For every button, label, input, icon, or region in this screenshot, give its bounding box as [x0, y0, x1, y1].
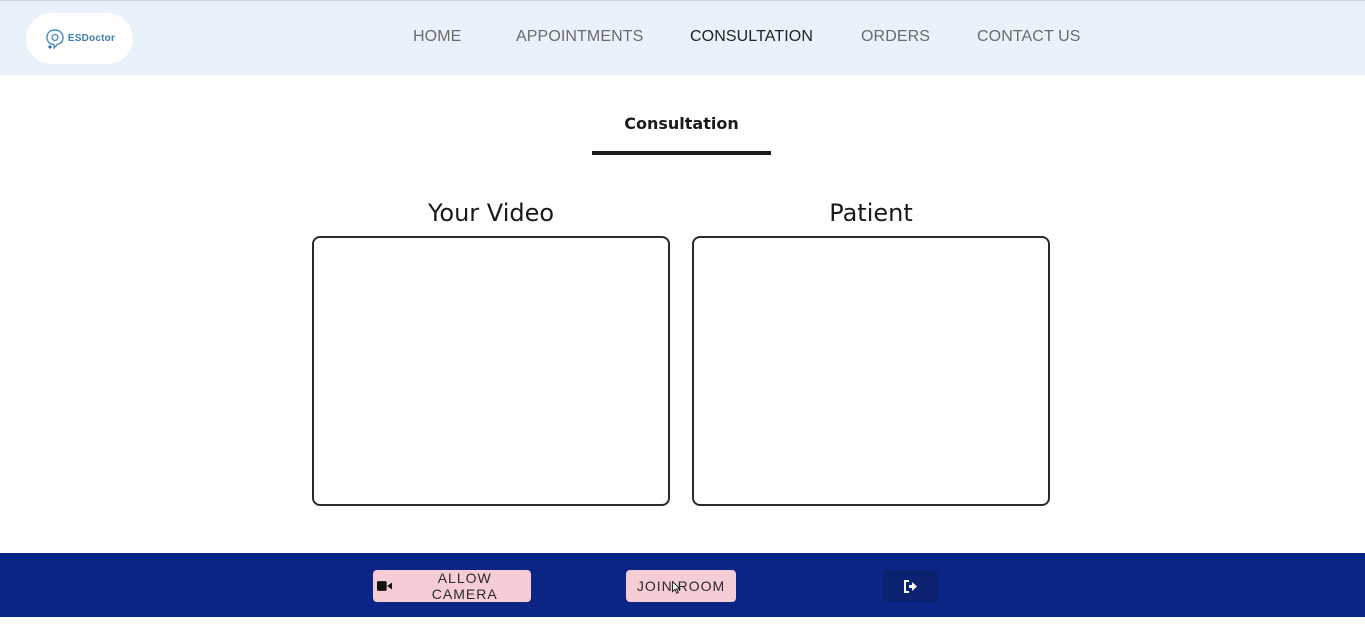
join-room-button[interactable]: JOIN ROOM: [626, 570, 736, 602]
your-video-label: Your Video: [427, 199, 555, 227]
local-video-frame: [312, 236, 670, 506]
nav-consultation[interactable]: CONSULTATION: [690, 28, 813, 46]
nav-home[interactable]: HOME: [413, 28, 461, 46]
patient-video-label: Patient: [829, 199, 913, 227]
top-navbar: ESDoctor HOME APPOINTMENTS CONSULTATION …: [0, 0, 1365, 75]
main-nav: HOME APPOINTMENTS CONSULTATION ORDERS CO…: [0, 1, 1365, 76]
video-camera-icon: [377, 581, 393, 591]
title-underline: [592, 151, 771, 155]
nav-appointments[interactable]: APPOINTMENTS: [516, 28, 643, 46]
allow-camera-label: ALLOW CAMERA: [431, 570, 498, 602]
join-room-label: JOIN ROOM: [636, 578, 726, 594]
allow-camera-button[interactable]: ALLOW CAMERA: [373, 570, 531, 602]
patient-video-frame: [692, 236, 1050, 506]
nav-orders[interactable]: ORDERS: [861, 28, 930, 46]
call-controls-bar: ALLOW CAMERA JOIN ROOM: [0, 553, 1365, 617]
nav-contact-us[interactable]: CONTACT US: [977, 28, 1081, 46]
sign-out-icon: [904, 579, 917, 593]
leave-call-button[interactable]: [883, 570, 938, 602]
page-title: Consultation: [624, 114, 739, 133]
